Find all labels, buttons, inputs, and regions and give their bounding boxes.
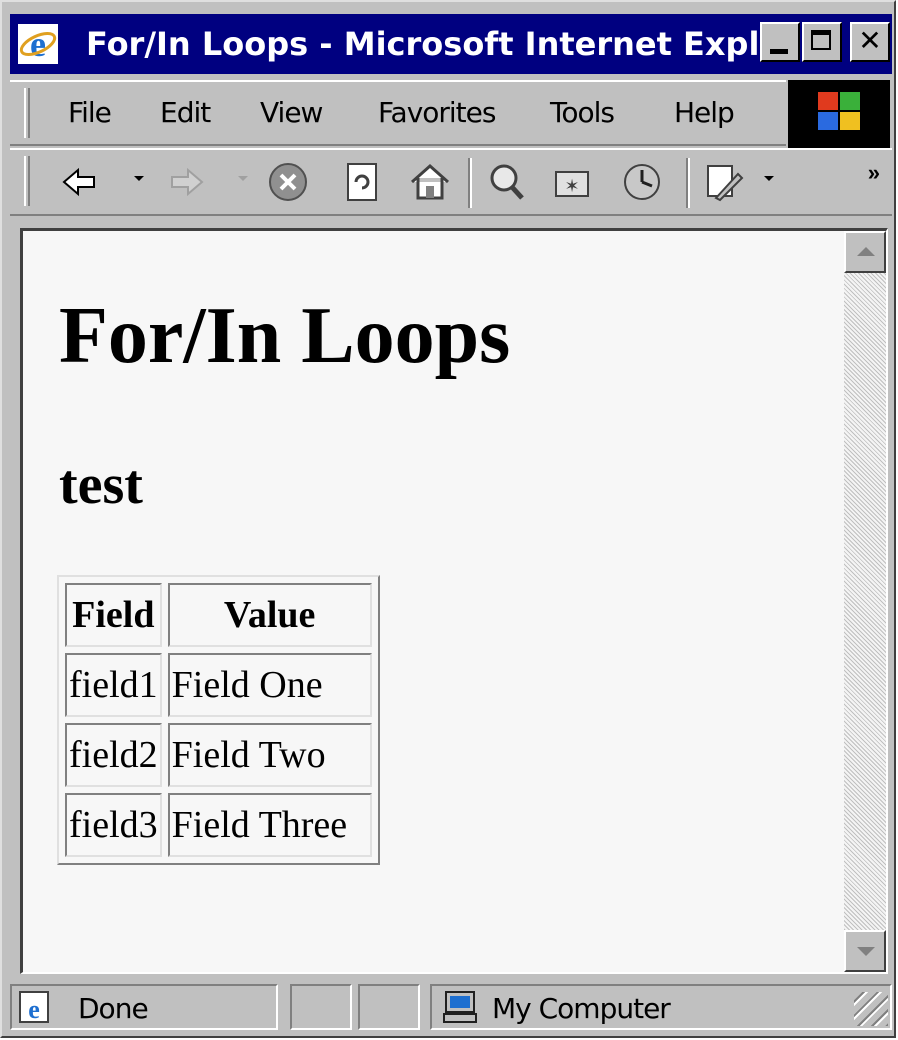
menubar-grip[interactable]: [24, 88, 30, 138]
svg-text:e: e: [30, 24, 46, 64]
table-cell: field1: [65, 653, 162, 717]
resize-grip-icon[interactable]: [854, 992, 888, 1026]
svg-text:✶: ✶: [564, 176, 579, 196]
minimize-icon: [770, 49, 788, 54]
close-button[interactable]: ✕: [850, 22, 890, 62]
home-icon[interactable]: [408, 160, 452, 204]
menu-file[interactable]: File: [68, 96, 112, 129]
status-text: Done: [78, 992, 149, 1025]
table-cell: Field Two: [167, 723, 372, 787]
scroll-down-button[interactable]: [844, 930, 886, 972]
field-table: Field Value field1 Field One field2 Fiel…: [57, 575, 380, 865]
history-icon[interactable]: [620, 160, 664, 204]
status-pane-empty: [358, 984, 420, 1030]
table-row: field2 Field Two: [65, 723, 372, 787]
table-row: field1 Field One: [65, 653, 372, 717]
my-computer-icon: [443, 991, 477, 1023]
table-header-value: Value: [167, 583, 372, 647]
search-icon[interactable]: [484, 160, 528, 204]
status-bar: e Done My Computer: [10, 980, 892, 1032]
forward-icon[interactable]: [164, 160, 208, 204]
status-pane-empty: [290, 984, 352, 1030]
favorites-icon[interactable]: ✶: [550, 160, 594, 204]
browser-window: e For/In Loops - Microsoft Internet Expl…: [0, 0, 896, 1038]
menu-tools[interactable]: Tools: [550, 96, 615, 129]
menu-bar: File Edit View Favorites Tools Help: [10, 80, 786, 146]
minimize-button[interactable]: [760, 22, 800, 62]
page-heading: For/In Loops: [59, 292, 511, 380]
maximize-icon: [811, 30, 831, 50]
toolbar-separator: [468, 158, 472, 208]
status-pane-main: e Done: [10, 984, 278, 1030]
toolbar-overflow-icon[interactable]: »: [868, 160, 880, 186]
table-cell: Field Three: [167, 793, 372, 857]
stop-icon[interactable]: [266, 160, 310, 204]
maximize-button[interactable]: [802, 22, 842, 62]
ie-logo-icon: e: [18, 24, 58, 64]
back-icon[interactable]: [58, 160, 102, 204]
zone-text: My Computer: [492, 992, 671, 1025]
toolbar-grip[interactable]: [24, 156, 30, 206]
edit-icon[interactable]: [702, 160, 746, 204]
window-title: For/In Loops - Microsoft Internet Expl..…: [86, 25, 796, 63]
page-subheading: test: [59, 454, 143, 516]
toolbar-separator: [686, 158, 690, 208]
table-cell: Field One: [167, 653, 372, 717]
table-cell: field3: [65, 793, 162, 857]
scroll-up-button[interactable]: [844, 231, 886, 273]
page-done-icon: e: [19, 991, 49, 1024]
table-header-field: Field: [65, 583, 162, 647]
arrow-up-icon: [857, 247, 875, 256]
content-viewport: For/In Loops test Field Value field1 Fie…: [20, 228, 888, 974]
arrow-down-icon: [857, 947, 875, 956]
status-pane-zone: My Computer: [430, 984, 892, 1030]
close-icon: ✕: [858, 24, 882, 57]
back-dropdown-icon[interactable]: [134, 176, 144, 181]
svg-text:e: e: [28, 995, 40, 1024]
vertical-scrollbar[interactable]: [844, 231, 886, 972]
windows-flag-icon: [818, 92, 862, 132]
title-bar[interactable]: e For/In Loops - Microsoft Internet Expl…: [10, 14, 892, 74]
page-body: For/In Loops test Field Value field1 Fie…: [23, 231, 845, 972]
refresh-icon[interactable]: [340, 160, 384, 204]
windows-throbber: [788, 80, 890, 148]
table-cell: field2: [65, 723, 162, 787]
menu-help[interactable]: Help: [674, 96, 735, 129]
edit-dropdown-icon[interactable]: [764, 176, 774, 181]
menu-view[interactable]: View: [260, 96, 323, 129]
table-header-row: Field Value: [65, 583, 372, 647]
standard-toolbar: ✶ »: [10, 148, 892, 216]
menu-favorites[interactable]: Favorites: [378, 96, 496, 129]
forward-dropdown-icon[interactable]: [238, 176, 248, 181]
table-row: field3 Field Three: [65, 793, 372, 857]
menu-edit[interactable]: Edit: [160, 96, 211, 129]
